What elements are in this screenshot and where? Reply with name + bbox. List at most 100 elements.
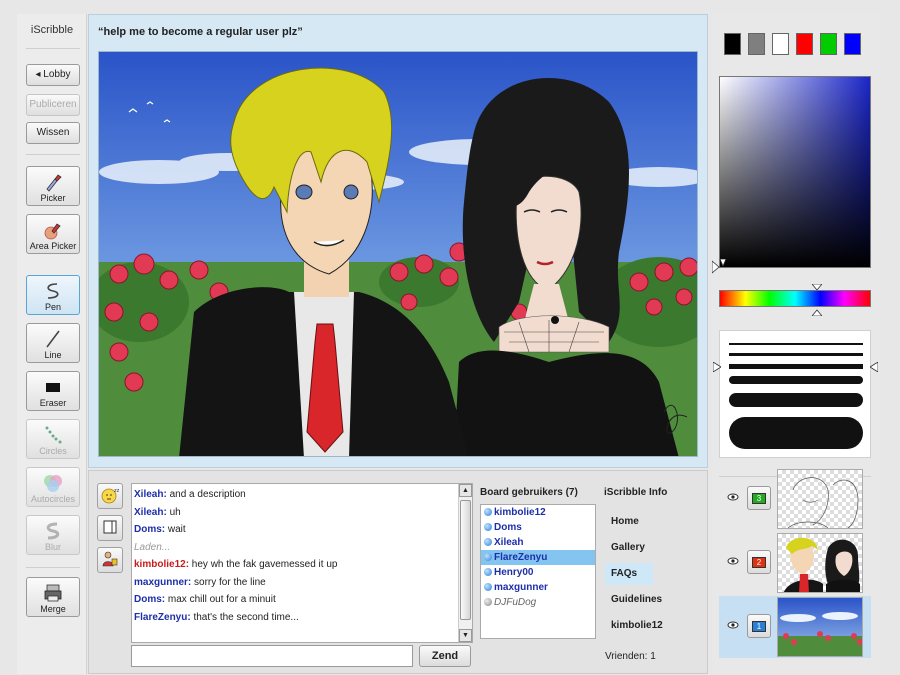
hue-slider[interactable] xyxy=(719,283,871,317)
drawing-canvas[interactable] xyxy=(98,51,698,457)
color-swatch[interactable] xyxy=(724,33,741,55)
divider xyxy=(26,48,80,49)
eye-icon[interactable] xyxy=(727,492,739,502)
chat-input[interactable] xyxy=(131,645,413,667)
tool-line[interactable]: Line xyxy=(26,323,80,363)
chat-message: Doms: wait xyxy=(134,521,456,539)
user-list-item[interactable]: kimbolie12 xyxy=(481,505,595,520)
layer-number-button[interactable]: 2 xyxy=(747,550,771,574)
emoticon-button[interactable]: zz xyxy=(97,483,123,509)
chat-text: wait xyxy=(165,524,186,535)
chat-text: and a description xyxy=(166,489,246,500)
scroll-up-icon[interactable]: ▲ xyxy=(459,484,472,497)
info-link[interactable]: kimbolie12 xyxy=(605,615,663,637)
user-lock-icon xyxy=(101,550,119,571)
chat-message: maxgunner: sorry for the line xyxy=(134,574,456,592)
layer-row-active[interactable]: 1 xyxy=(719,596,871,658)
info-link[interactable]: Guidelines xyxy=(605,589,662,611)
user-list: kimbolie12 Doms Xileah FlareZenyu Henry00 max… xyxy=(480,504,596,639)
tool-autocircles[interactable]: Autocircles xyxy=(26,467,80,507)
color-swatch[interactable] xyxy=(796,33,813,55)
chat-area: zz Xileah: and a description Xileah: uh Do… xyxy=(88,470,708,674)
brush-size-option[interactable] xyxy=(729,417,863,449)
eye-icon[interactable] xyxy=(727,620,739,630)
tool-eraser[interactable]: Eraser xyxy=(26,371,80,411)
panel-toggle-button[interactable] xyxy=(97,515,123,541)
user-list-item[interactable]: Henry00 xyxy=(481,565,595,580)
tool-area-picker[interactable]: Area Picker xyxy=(26,214,80,254)
user-list-item[interactable]: Xileah xyxy=(481,535,595,550)
color-swatch[interactable] xyxy=(748,33,765,55)
user-status-icon xyxy=(484,538,492,546)
divider xyxy=(26,567,80,568)
chat-nick[interactable]: kimbolie12: xyxy=(134,559,189,570)
user-list-item[interactable]: FlareZenyu xyxy=(481,550,595,565)
info-link[interactable]: Gallery xyxy=(605,537,653,559)
layer-row[interactable]: 3 xyxy=(719,468,871,530)
user-status-icon xyxy=(484,583,492,591)
tool-label: Eraser xyxy=(39,398,67,408)
scroll-down-icon[interactable]: ▼ xyxy=(459,629,472,642)
brush-size-option[interactable] xyxy=(729,393,863,407)
board-users-title: Board gebruikers (7) xyxy=(480,487,578,498)
color-swatch[interactable] xyxy=(772,33,789,55)
eraser-icon xyxy=(27,376,79,398)
chat-system-text: Laden... xyxy=(134,541,171,553)
chat-nick[interactable]: Doms: xyxy=(134,524,165,535)
user-name: FlareZenyu xyxy=(494,552,548,563)
tool-blur[interactable]: Blur xyxy=(26,515,80,555)
picker-handle[interactable] xyxy=(711,258,728,275)
user-name: Henry00 xyxy=(494,567,534,578)
hue-slider-handle[interactable] xyxy=(811,283,823,317)
user-status-icon xyxy=(484,553,492,561)
tool-merge[interactable]: Merge xyxy=(26,577,80,617)
info-link[interactable]: FAQs xyxy=(605,563,653,585)
circles-icon xyxy=(27,424,79,446)
brush-size-option[interactable] xyxy=(729,364,863,369)
user-list-item[interactable]: DJFuDog xyxy=(481,595,595,610)
chat-nick[interactable]: FlareZenyu: xyxy=(134,612,191,623)
tool-label: Area Picker xyxy=(29,241,77,251)
tool-label: Merge xyxy=(40,604,66,614)
tool-pen[interactable]: Pen xyxy=(26,275,80,315)
info-link[interactable]: Home xyxy=(605,511,653,533)
chat-nick[interactable]: maxgunner: xyxy=(134,577,191,588)
chat-nick[interactable]: Xileah: xyxy=(134,507,167,518)
user-lock-button[interactable] xyxy=(97,547,123,573)
brush-size-marker-left[interactable] xyxy=(712,361,722,375)
layer-row[interactable]: 2 xyxy=(719,532,871,594)
svg-text:zz: zz xyxy=(114,488,120,494)
send-button[interactable]: Zend xyxy=(419,645,471,667)
brush-size-option[interactable] xyxy=(729,376,863,384)
chat-nick[interactable]: Xileah: xyxy=(134,489,167,500)
tool-picker[interactable]: Picker xyxy=(26,166,80,206)
tool-label: Picker xyxy=(40,193,66,203)
publish-button[interactable]: Publiceren xyxy=(26,94,80,116)
user-name: maxgunner xyxy=(494,582,548,593)
layer-number-button[interactable]: 1 xyxy=(747,614,771,638)
line-icon xyxy=(27,328,79,350)
layer-number-button[interactable]: 3 xyxy=(747,486,771,510)
user-list-item[interactable]: maxgunner xyxy=(481,580,595,595)
saturation-value-picker[interactable] xyxy=(711,76,871,274)
user-status-icon xyxy=(484,523,492,531)
tool-circles[interactable]: Circles xyxy=(26,419,80,459)
brush-size-selector[interactable] xyxy=(719,330,871,458)
chat-scrollbar[interactable]: ▲ ▼ xyxy=(458,484,472,642)
chat-nick[interactable]: Doms: xyxy=(134,594,165,605)
brush-size-option[interactable] xyxy=(729,343,863,345)
chat-text: sorry for the line xyxy=(191,576,266,588)
canvas-panel: “help me to become a regular user plz” xyxy=(88,14,708,468)
color-swatch[interactable] xyxy=(820,33,837,55)
user-name: kimbolie12 xyxy=(494,507,546,518)
brush-size-option[interactable] xyxy=(729,353,863,356)
clear-button[interactable]: Wissen xyxy=(26,122,80,144)
color-swatch[interactable] xyxy=(844,33,861,55)
chat-message: Laden... xyxy=(134,539,456,557)
scroll-thumb[interactable] xyxy=(460,500,471,620)
lobby-button[interactable]: ◂ Lobby xyxy=(26,64,80,86)
eye-icon[interactable] xyxy=(727,556,739,566)
divider xyxy=(26,154,80,155)
brush-size-marker-right[interactable] xyxy=(869,361,879,375)
user-list-item[interactable]: Doms xyxy=(481,520,595,535)
